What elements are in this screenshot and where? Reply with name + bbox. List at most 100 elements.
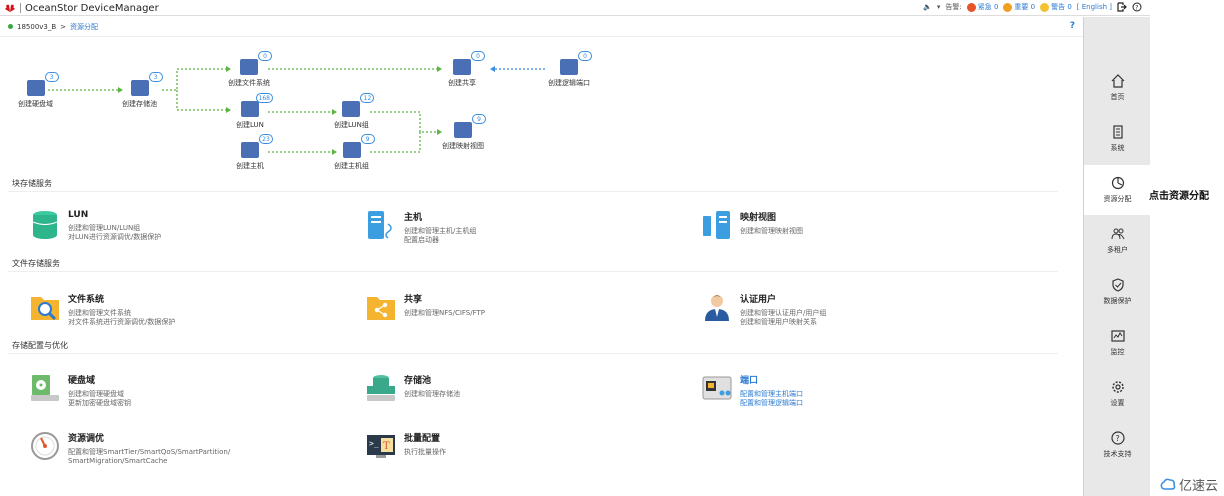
filesystem-icon: 0	[240, 51, 272, 75]
flow-label: 创建LUN	[236, 121, 264, 129]
lun-group-icon: 12	[342, 93, 375, 117]
card-port[interactable]: 端口 配置和管理主机端口 配置和管理逻辑端口	[702, 373, 803, 408]
sidebar-label: 首页	[1110, 93, 1125, 101]
card-filesystem[interactable]: 文件系统 创建和管理文件系统 对文件系统进行资源调优/数据保护	[30, 292, 175, 327]
flow-label: 创建逻辑端口	[548, 79, 590, 87]
disk-domain-icon: 3	[26, 72, 59, 96]
alarm-label: 告警:	[945, 3, 962, 11]
brand: OceanStor DeviceManager	[4, 1, 159, 15]
language-link[interactable]: [ English ]	[1077, 3, 1112, 11]
card-title: 资源调优	[68, 434, 105, 444]
card-title: 主机	[404, 213, 423, 223]
card-title: 文件系统	[68, 295, 105, 305]
alarm-warning[interactable]: 警告 0	[1040, 2, 1072, 12]
share-icon: 0	[453, 51, 485, 75]
volume-dropdown[interactable]: ▾	[937, 3, 941, 11]
sidebar-item-system[interactable]: 系统	[1084, 114, 1151, 164]
gear-icon	[1111, 381, 1124, 393]
card-title: 批量配置	[404, 434, 441, 444]
huawei-logo-icon	[5, 4, 15, 12]
card-share[interactable]: 共享 创建和管理NFS/CIFS/FTP	[366, 292, 485, 322]
card-host[interactable]: 主机 创建和管理主机/主机组 配置启动器	[366, 210, 476, 245]
sidebar-label: 数据保护	[1103, 297, 1132, 305]
card-title: 映射视图	[740, 213, 777, 223]
watermark: 亿速云	[1160, 475, 1218, 494]
flow-create-host-group[interactable]: 9 创建主机组	[334, 134, 375, 171]
card-mapping-view[interactable]: 映射视图 创建和管理映射视图	[702, 210, 803, 240]
volume-icon[interactable]: 🔈	[923, 3, 932, 11]
card-desc: 创建和管理文件系统	[68, 309, 131, 317]
card-title: 硬盘域	[68, 376, 96, 386]
flow-create-lun-group[interactable]: 12 创建LUN组	[334, 93, 375, 130]
major-icon	[1003, 2, 1013, 12]
card-desc: 执行批量操作	[404, 448, 446, 456]
section-divider	[8, 191, 1058, 192]
flow-create-pool[interactable]: 3 创建存储池	[122, 72, 163, 109]
card-lun[interactable]: LUN 创建和管理LUN/LUN组 对LUN进行资源调优/数据保护	[30, 210, 161, 242]
shield-icon	[1111, 278, 1124, 292]
card-resource-tuning[interactable]: 资源调优配置和管理SmartTier/SmartQoS/SmartPartiti…	[30, 431, 230, 466]
card-desc: 配置和管理SmartTier/SmartQoS/SmartPartition/	[68, 448, 231, 456]
port-logical-link[interactable]: 配置和管理逻辑端口	[740, 399, 803, 408]
flow-create-filesystem[interactable]: 0 创建文件系统	[228, 51, 272, 88]
svg-text:T: T	[383, 441, 390, 452]
sidebar-item-support[interactable]: ? 技术支持	[1084, 420, 1151, 470]
watermark-text: 亿速云	[1179, 479, 1219, 494]
resource-flow-diagram: 3 创建硬盘域 3 创建存储池 0 创建文件系统 0 创建共享 0 创建逻辑端口…	[0, 37, 1083, 177]
resource-allocation-icon	[1111, 176, 1124, 190]
card-desc: 更新加密硬盘域密钥	[68, 399, 131, 407]
host-server-icon	[366, 210, 396, 240]
system-icon	[1112, 125, 1123, 139]
flow-arrows	[48, 66, 545, 155]
alarm-urgent[interactable]: 紧急 0	[966, 2, 998, 12]
filesystem-folder-icon	[30, 292, 60, 322]
logout-icon[interactable]	[1117, 2, 1127, 12]
flow-label: 创建主机	[236, 162, 264, 170]
flow-label: 创建映射视图	[442, 142, 484, 150]
count-badge: 9	[472, 114, 486, 124]
flow-create-share[interactable]: 0 创建共享	[448, 51, 485, 88]
question-icon: ?	[1110, 431, 1125, 445]
sidebar-item-home[interactable]: 首页	[1084, 63, 1151, 113]
monitor-icon	[1110, 330, 1125, 342]
sidebar-label: 系统	[1110, 144, 1125, 152]
flow-create-logical-port[interactable]: 0 创建逻辑端口	[548, 51, 592, 88]
app-title: OceanStor DeviceManager	[25, 2, 159, 14]
host-group-icon: 9	[342, 134, 375, 158]
alarm-major[interactable]: 重要 0	[1003, 2, 1035, 12]
sidebar-item-tenant[interactable]: 多租户	[1084, 216, 1151, 266]
count-badge: 168	[255, 93, 273, 103]
sidebar-label: 资源分配	[1103, 195, 1132, 203]
sidebar-label: 监控	[1110, 348, 1125, 356]
sidebar-label: 技术支持	[1103, 450, 1132, 458]
breadcrumb-device[interactable]: 18500v3_B	[17, 23, 56, 31]
card-disk-domain[interactable]: 硬盘域 创建和管理硬盘域 更新加密硬盘域密钥	[30, 373, 131, 408]
flow-label: 创建主机组	[334, 162, 369, 170]
flow-create-lun[interactable]: 168 创建LUN	[236, 93, 273, 130]
home-icon	[1111, 74, 1124, 88]
page-help-icon[interactable]: ?	[1070, 21, 1075, 31]
top-bar: OceanStor DeviceManager 🔈 ▾ 告警: 紧急 0 重要 …	[0, 0, 1150, 16]
breadcrumb: 18500v3_B > 资源分配 ?	[0, 17, 1083, 37]
flow-create-host[interactable]: 23 创建主机	[236, 134, 273, 171]
card-batch-config[interactable]: >_ T 批量配置 执行批量操作	[366, 431, 446, 461]
sidebar-item-settings[interactable]: 设置	[1084, 369, 1151, 419]
flow-label: 创建存储池	[122, 100, 157, 108]
svg-text:?: ?	[1115, 434, 1119, 443]
port-host-link[interactable]: 配置和管理主机端口	[740, 390, 803, 399]
card-desc: 对LUN进行资源调优/数据保护	[68, 233, 162, 241]
card-auth-user[interactable]: 认证用户 创建和管理认证用户/用户组 创建和管理用户映射关系	[702, 292, 826, 327]
sidebar-item-protect[interactable]: 数据保护	[1084, 267, 1151, 317]
sidebar-item-monitor[interactable]: 监控	[1084, 318, 1151, 368]
flow-create-disk-domain[interactable]: 3 创建硬盘域	[18, 72, 59, 109]
flow-create-mapping-view[interactable]: 9 创建映射视图	[442, 114, 486, 151]
card-storage-pool[interactable]: 存储池 创建和管理存储池	[366, 373, 460, 403]
sidebar-item-resource[interactable]: 资源分配	[1084, 165, 1151, 215]
gauge-icon	[30, 431, 60, 461]
device-status-icon	[8, 24, 13, 29]
section-divider	[8, 353, 1058, 354]
storage-pool-card-icon	[366, 373, 396, 403]
help-icon[interactable]: ?	[1132, 2, 1142, 12]
host-icon: 23	[241, 134, 273, 158]
section-block-storage: 块存储服务	[12, 179, 52, 188]
